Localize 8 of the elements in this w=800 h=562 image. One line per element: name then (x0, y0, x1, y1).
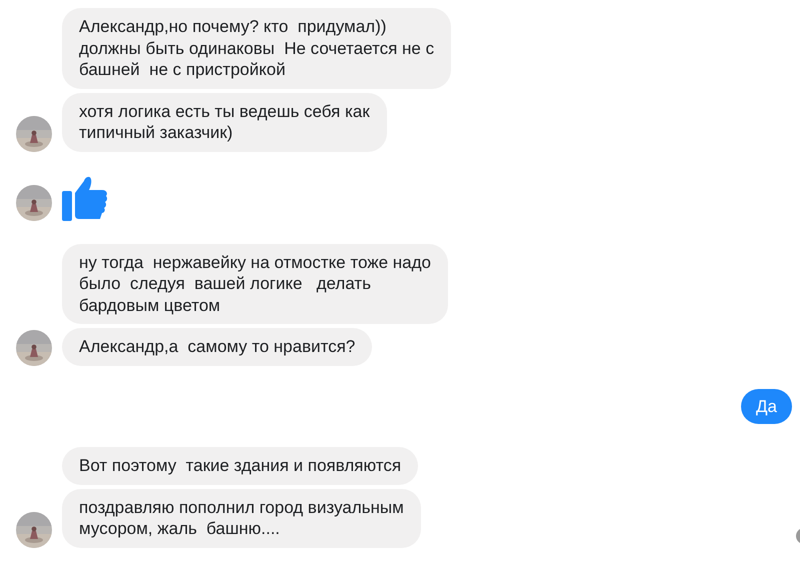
message-bubble: поздравляю пополнил город визуальным мусором, жаль башню.... (62, 488, 421, 548)
message-bubble: Александр,но почему? кто придумал)) должны быть одинаковы Не сочетается не с башней не с пристройкой (62, 8, 452, 88)
message-bubble: Александр,а самому то нравится? (62, 328, 372, 366)
message-bubble: хотя логика есть ты ведешь себя как типичный заказчик) (62, 92, 387, 152)
message-bubble: Вот поэтому такие здания и появляются (62, 447, 418, 484)
message-bubble: ну тогда нержавейку на отмостке тоже надо было следуя вашей логике делать бардовым цветом (62, 244, 448, 324)
thumbs-up-icon (62, 174, 108, 220)
message-bubble: Да (741, 388, 792, 424)
